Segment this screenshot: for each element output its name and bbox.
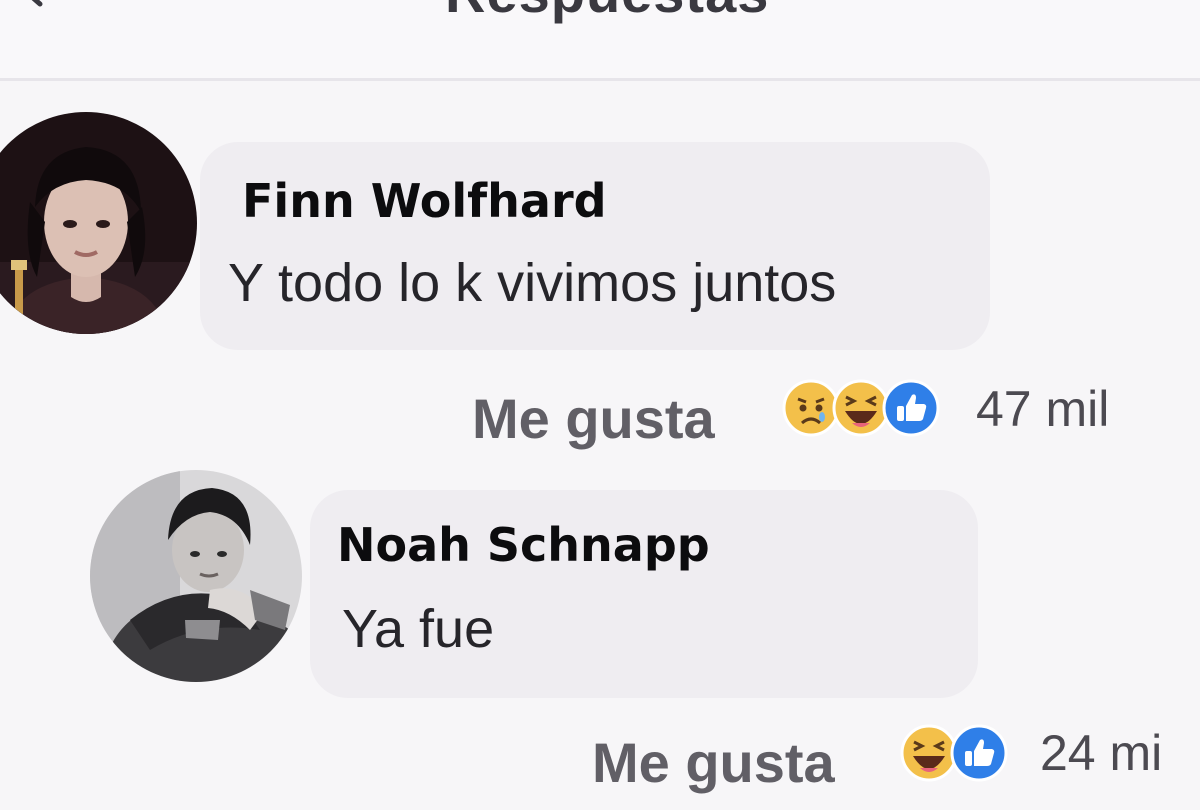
avatar[interactable] xyxy=(0,112,197,334)
reactions-summary[interactable] xyxy=(782,379,940,437)
like-button[interactable]: Me gusta xyxy=(592,730,835,795)
page-title: Respuestas xyxy=(445,0,769,25)
avatar[interactable] xyxy=(90,470,302,682)
back-arrow-icon[interactable] xyxy=(12,0,52,10)
reactions-summary[interactable] xyxy=(900,724,1008,782)
reaction-count[interactable]: 47 mil xyxy=(976,380,1109,438)
like-reaction-icon xyxy=(882,379,940,437)
comment-author[interactable]: Finn Wolfhard xyxy=(242,174,607,228)
reaction-count[interactable]: 24 mi xyxy=(1040,724,1162,782)
like-button[interactable]: Me gusta xyxy=(472,386,715,451)
header-bar: Respuestas xyxy=(0,0,1200,81)
comment-text: Ya fue xyxy=(342,599,495,659)
comment-text: Y todo lo k vivimos juntos xyxy=(228,253,837,313)
comment-author[interactable]: Noah Schnapp xyxy=(337,518,710,572)
like-reaction-icon xyxy=(950,724,1008,782)
